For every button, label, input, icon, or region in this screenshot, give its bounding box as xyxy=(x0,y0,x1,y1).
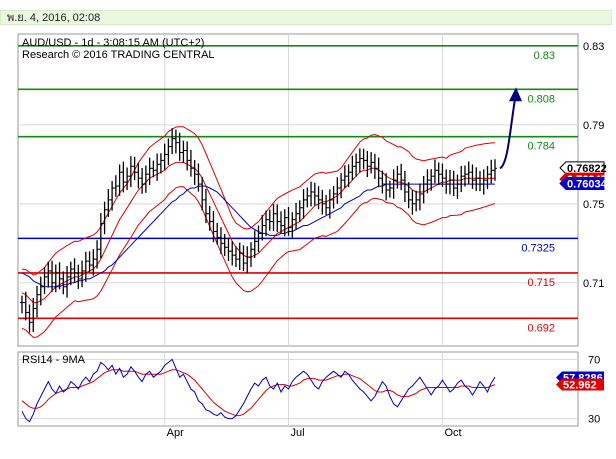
top-bar: พ.ย. 4, 2016, 02:08 xyxy=(0,0,616,28)
x-tick-label: Apr xyxy=(167,427,184,439)
y-tick-label: 0.83 xyxy=(583,41,604,53)
y-tick-label: 0.71 xyxy=(583,278,604,290)
level-label: 0.692 xyxy=(527,322,555,334)
level-label: 0.83 xyxy=(534,50,555,62)
rsi-chart-title: RSI14 - 9MA xyxy=(22,354,86,366)
x-tick-label: Oct xyxy=(444,427,461,439)
price-label-text: 0.76034 xyxy=(567,178,608,190)
price-chart-title: AUD/USD - 1d - 3:08:15 AM (UTC+2) xyxy=(22,37,204,49)
y-tick-label: 0.79 xyxy=(583,120,604,132)
level-label: 0.784 xyxy=(527,141,555,153)
price-panel-frame xyxy=(17,33,579,347)
level-label: 0.808 xyxy=(527,93,555,105)
rsi-tick-label: 30 xyxy=(588,414,600,426)
price-chart-subtitle: Research © 2016 TRADING CENTRAL xyxy=(22,49,215,61)
date-header: พ.ย. 4, 2016, 02:08 xyxy=(0,10,612,25)
x-tick-label: Jul xyxy=(291,427,305,439)
rsi-value-text: 52.962 xyxy=(563,380,597,392)
y-tick-label: 0.75 xyxy=(583,199,604,211)
rsi-tick-label: 70 xyxy=(588,354,600,366)
chart-area: Apr Jul Oct 0.83 0.79 0.75 0.71 70 30 0.83 0.808 0.… xyxy=(17,33,608,439)
level-label: 0.7325 xyxy=(521,242,555,254)
date-label: พ.ย. 4, 2016, 02:08 xyxy=(7,12,101,24)
level-label: 0.715 xyxy=(527,277,555,289)
